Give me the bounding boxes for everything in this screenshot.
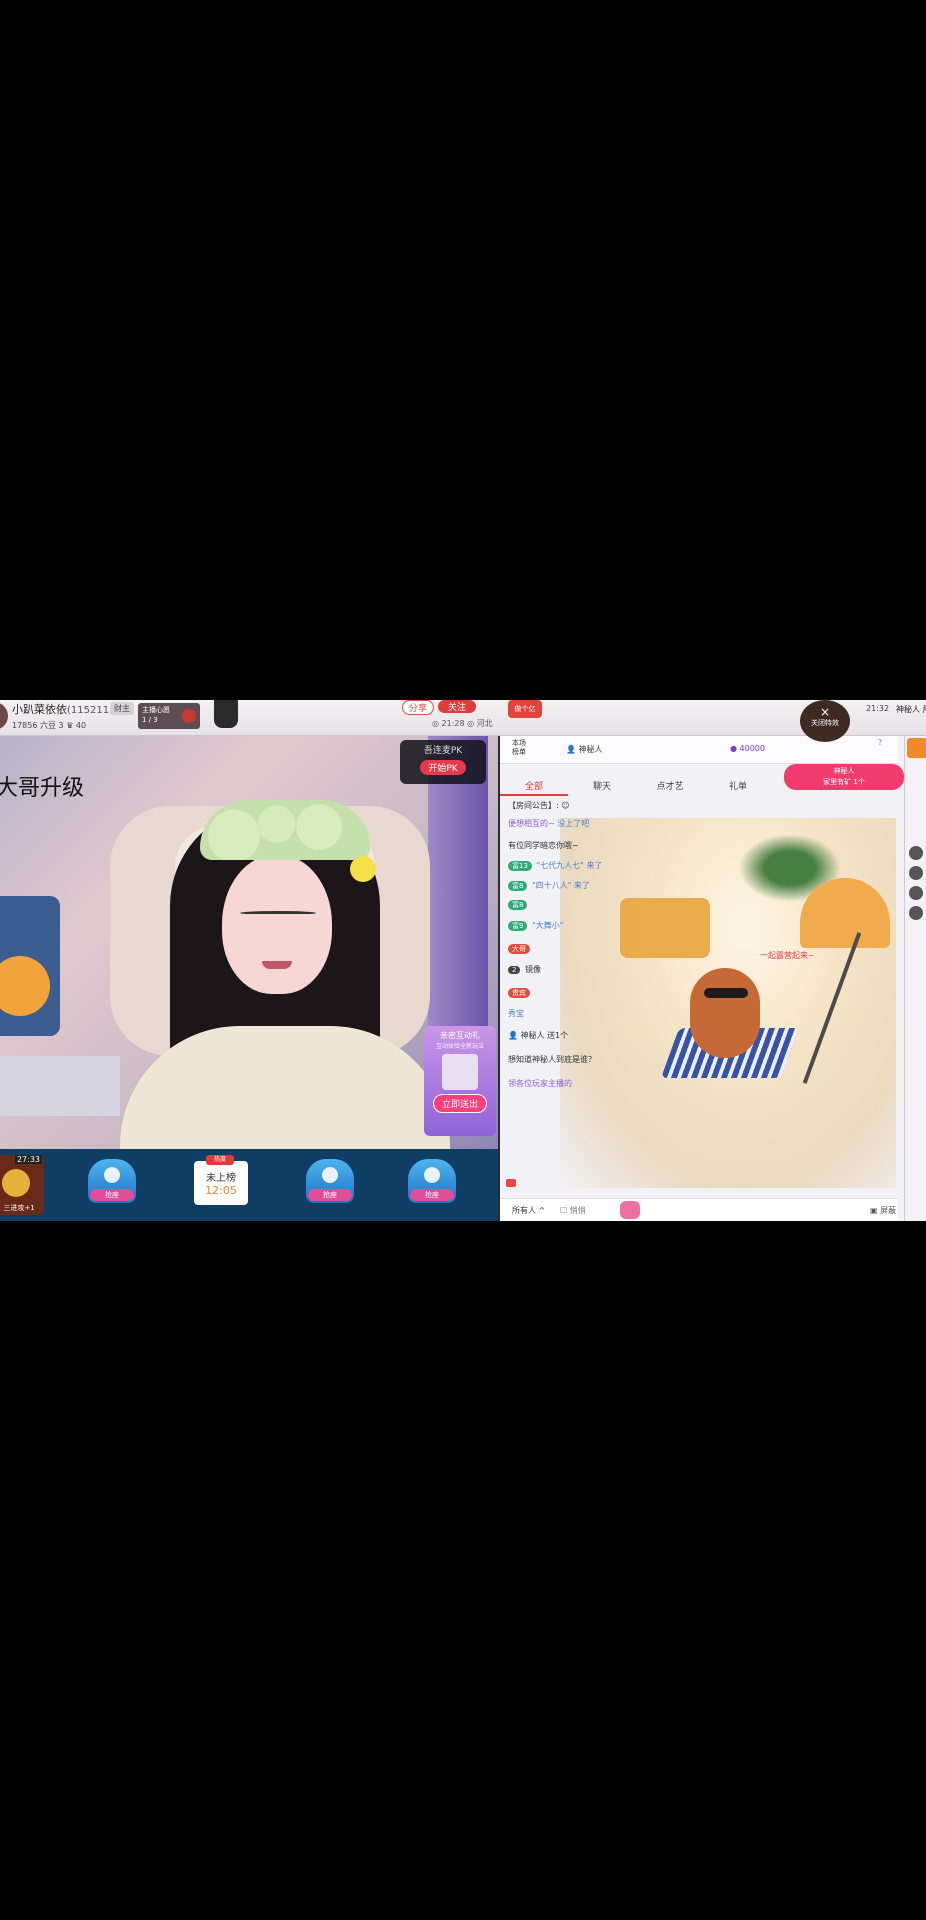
current-user[interactable]: 神秘人 用 xyxy=(896,704,926,715)
share-button[interactable]: 分享 xyxy=(402,700,435,715)
seat-2[interactable]: 抢座 xyxy=(300,1159,360,1215)
medal-icon xyxy=(2,1169,30,1197)
top-score: ● 40000 xyxy=(730,744,765,753)
event-timer-badge[interactable]: 27:33 三进攻+1 xyxy=(0,1155,44,1215)
follow-button[interactable]: 关注 xyxy=(438,700,477,713)
flower-clip xyxy=(350,856,376,882)
streamer-wish[interactable]: 主播心愿 1 / 3 xyxy=(138,703,200,729)
tab-all[interactable]: 全部 xyxy=(500,778,568,796)
notice-icon[interactable] xyxy=(506,1179,516,1187)
streamer-mouth xyxy=(262,961,292,969)
viewer-avatar[interactable] xyxy=(909,886,923,900)
streamer-stats: 17856 六豆 3 ♛ 40 xyxy=(12,721,87,730)
start-pk-button[interactable]: 开始PK xyxy=(420,760,466,775)
chat-message: 贵宾 xyxy=(508,988,532,998)
pk-panel: 吾连麦PK 开始PK xyxy=(400,740,486,784)
close-icon: × xyxy=(819,705,831,719)
tab-chat[interactable]: 聊天 xyxy=(568,778,636,796)
user-silhouette-icon xyxy=(424,1167,440,1183)
crown-icon: ♛ xyxy=(66,721,74,730)
tab-gifts[interactable]: 礼单 xyxy=(704,778,772,796)
chevron-up-icon: ^ xyxy=(538,1206,546,1215)
heart-gift-icon[interactable] xyxy=(620,1201,640,1219)
user-icon: 👤 xyxy=(508,1031,518,1040)
gem-icon: ● xyxy=(730,744,737,753)
recipient-select[interactable]: 所有人 ^ xyxy=(512,1205,545,1216)
wish-icon xyxy=(182,709,196,723)
chat-tabs: 全部 聊天 点才艺 礼单 xyxy=(500,778,800,796)
shield-icon: ▣ xyxy=(870,1206,878,1215)
video-stream[interactable]: 大哥升级 吾连麦PK 开始PK 亲密互动礼 互动体验全新玩法 立即送出 xyxy=(0,736,498,1149)
viewer-avatar[interactable] xyxy=(909,846,923,860)
announcement: 【房间公告】: ☺ xyxy=(508,801,570,810)
chat-message: 领各位玩家主播的 xyxy=(508,1079,572,1088)
streamer-eyes xyxy=(240,911,316,915)
chat-message: 富13 "七代九人七" 来了 xyxy=(508,860,602,871)
send-now-button[interactable]: 立即送出 xyxy=(432,1094,487,1113)
seat-bar: 27:33 三进攻+1 抢座 热度 未上榜 12:05 抢座 抢座 xyxy=(0,1149,498,1221)
seat-3[interactable]: 抢座 xyxy=(402,1159,462,1215)
user-icon: 👤 xyxy=(566,745,576,754)
chat-message: 富8 "四十八人" 来了 xyxy=(508,880,590,891)
rank-badge[interactable] xyxy=(214,700,238,728)
rank-card[interactable]: 热度 未上榜 12:05 xyxy=(194,1155,248,1205)
gift-image xyxy=(442,1054,478,1090)
shield-button[interactable]: ▣ 屏蔽 xyxy=(870,1205,896,1216)
excavator xyxy=(620,898,710,958)
close-effect-button[interactable]: × 关闭特效 xyxy=(800,700,850,742)
rank-tab[interactable]: 本场 榜单 xyxy=(512,739,526,757)
streamer-name[interactable]: 小趴菜依依(115211) xyxy=(12,701,113,717)
stream-window: 小趴菜依依(115211) 财主 17856 六豆 3 ♛ 40 主播心愿 1 … xyxy=(0,700,926,1221)
scene-label: 一起露营起来~ xyxy=(760,951,815,960)
chat-message: 👤 神秘人 送1个 xyxy=(508,1031,569,1040)
video-overlay-text: 大哥升级 xyxy=(0,776,85,801)
chat-message: 2 镜像 xyxy=(508,964,541,975)
top-bar: 小趴菜依依(115211) 财主 17856 六豆 3 ♛ 40 主播心愿 1 … xyxy=(0,700,926,742)
clock: 21:32 xyxy=(866,704,890,713)
streamer-face xyxy=(222,854,332,994)
viewer-avatar[interactable] xyxy=(909,866,923,880)
chat-message: 富8 xyxy=(508,900,529,910)
activity-icon[interactable] xyxy=(907,738,926,758)
streamer-avatar[interactable] xyxy=(0,702,8,730)
whisper-checkbox[interactable]: ☐ 悄悄 xyxy=(560,1205,586,1216)
top-contributor[interactable]: 👤 神秘人 xyxy=(566,744,603,755)
gift-promo-card[interactable]: 亲密互动礼 互动体验全新玩法 立即送出 xyxy=(424,1026,496,1136)
chat-footer: 所有人 ^ ☐ 悄悄 ▣ 屏蔽 xyxy=(500,1198,898,1221)
chat-message: 富9 "大舞小" xyxy=(508,920,563,931)
message-list[interactable]: 一起露营起来~ 【房间公告】: ☺ 便想相互的~ 没上了吧 有位同学暗恋你哦~ … xyxy=(500,798,898,1198)
chat-message: 秀宝 xyxy=(508,1009,524,1018)
contribution-bar: 本场 榜单 👤 神秘人 ● 40000 ? xyxy=(500,736,898,764)
sunglasses xyxy=(704,988,748,998)
seat-1[interactable]: 抢座 xyxy=(82,1159,142,1215)
tab-talent[interactable]: 点才艺 xyxy=(636,778,704,796)
chat-message: 大哥 xyxy=(508,944,532,954)
chat-panel: 本场 榜单 👤 神秘人 ● 40000 ? 神秘人 家里有矿 1个 全部 聊天 … xyxy=(498,736,904,1221)
chat-message: 有位同学暗恋你哦~ xyxy=(508,841,579,850)
time-location: ◎ 21:28 ◎ 河北 xyxy=(432,719,493,728)
viewer-avatar[interactable] xyxy=(909,906,923,920)
desk xyxy=(0,1056,120,1116)
headband xyxy=(200,800,370,860)
chat-message: 想知道神秘人到底是谁？ xyxy=(508,1055,596,1064)
user-silhouette-icon xyxy=(104,1167,120,1183)
bear-mascot xyxy=(690,968,760,1058)
tag-button[interactable]: 财主 xyxy=(110,702,134,715)
guard-button[interactable]: 做个亿 xyxy=(508,700,542,718)
chat-message: 便想相互的~ 没上了吧 xyxy=(508,819,590,828)
right-sidebar xyxy=(904,736,926,1221)
family-pill[interactable]: 神秘人 家里有矿 1个 xyxy=(784,764,904,790)
smile-icon: ☺ xyxy=(561,801,570,810)
help-icon[interactable]: ? xyxy=(878,738,882,747)
gift-animation-scene: 一起露营起来~ xyxy=(560,818,896,1188)
user-silhouette-icon xyxy=(322,1167,338,1183)
